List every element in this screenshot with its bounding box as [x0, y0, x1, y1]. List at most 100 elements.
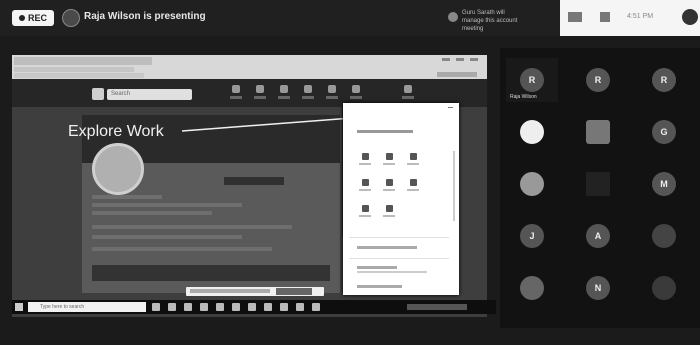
panel-divider [349, 237, 449, 238]
profile-action-button[interactable] [224, 177, 284, 185]
app-item[interactable] [357, 179, 373, 197]
participant-tile[interactable]: A [572, 214, 624, 258]
panel-link[interactable] [357, 266, 397, 269]
share-bar-text [190, 289, 270, 293]
nav-home-icon[interactable] [230, 85, 242, 99]
taskbar-app-icon[interactable] [200, 303, 208, 311]
presenter-avatar-icon [62, 9, 80, 27]
panel-divider [349, 258, 449, 259]
profile-line [92, 247, 272, 251]
participant-tile[interactable]: R [572, 58, 624, 102]
panel-link-subtext [357, 271, 427, 273]
taskbar-app-icon[interactable] [184, 303, 192, 311]
participant-photo [586, 120, 610, 144]
profile-line [92, 211, 212, 215]
participant-tile[interactable] [506, 266, 558, 310]
panel-close-icon[interactable] [448, 107, 453, 113]
nav-network-icon[interactable] [254, 85, 266, 99]
taskbar-app-icon[interactable] [216, 303, 224, 311]
taskbar-search[interactable]: Type here to search [28, 302, 146, 312]
participant-tile[interactable] [638, 266, 690, 310]
recording-indicator[interactable]: REC [12, 10, 54, 26]
participant-avatar: M [652, 172, 676, 196]
site-logo-icon[interactable] [92, 88, 104, 100]
meeting-top-bar: REC Raja Wilson is presenting Guru Sarat… [0, 0, 560, 36]
taskbar-app-icon[interactable] [264, 303, 272, 311]
account-avatar[interactable] [682, 9, 698, 25]
participant-photo [586, 172, 610, 196]
os-taskbar: Type here to search [12, 300, 496, 314]
panel-link[interactable] [357, 285, 402, 288]
app-item[interactable] [381, 179, 397, 197]
participant-photo [520, 276, 544, 300]
participant-tile[interactable] [506, 162, 558, 206]
nav-messaging-icon[interactable] [302, 85, 314, 99]
panel-scrollbar[interactable] [453, 151, 455, 221]
participant-avatar: R [652, 68, 676, 92]
participant-tile[interactable]: G [638, 110, 690, 154]
nav-me-icon[interactable] [350, 85, 362, 99]
participant-avatar: J [520, 224, 544, 248]
participant-photo [652, 276, 676, 300]
participant-tile[interactable] [506, 110, 558, 154]
address-bar[interactable] [14, 73, 144, 78]
browser-toolbar [14, 67, 134, 72]
taskbar-app-icon[interactable] [296, 303, 304, 311]
participant-tile[interactable] [572, 110, 624, 154]
panel-link[interactable] [357, 246, 417, 249]
taskbar-app-icon[interactable] [280, 303, 288, 311]
screen-share-bar [186, 287, 324, 296]
browser-tab[interactable] [14, 57, 152, 65]
participant-tile[interactable]: R [638, 58, 690, 102]
participant-gallery: R Raja Wilson R R G M J A N [500, 48, 700, 328]
taskbar-app-icon[interactable] [168, 303, 176, 311]
browser-actions[interactable] [437, 72, 477, 77]
presenting-status-text: Raja Wilson is presenting [84, 11, 206, 22]
participant-avatar [520, 172, 544, 196]
close-icon[interactable] [470, 58, 478, 61]
participant-tile[interactable] [638, 214, 690, 258]
system-tray[interactable] [407, 304, 467, 310]
profile-line [92, 195, 162, 199]
taskbar-app-icon[interactable] [248, 303, 256, 311]
participant-tile[interactable] [572, 162, 624, 206]
profile-line [92, 203, 242, 207]
app-item[interactable] [381, 205, 397, 223]
app-item[interactable] [357, 153, 373, 171]
participant-avatar: R [586, 68, 610, 92]
app-item[interactable] [405, 153, 421, 171]
annotation-arrow-icon [181, 117, 353, 132]
nav-jobs-icon[interactable] [278, 85, 290, 99]
app-item[interactable] [405, 179, 421, 197]
browser-chrome [12, 55, 487, 79]
layout-icon[interactable] [568, 12, 582, 22]
record-dot-icon [18, 15, 25, 21]
taskbar-app-icon[interactable] [232, 303, 240, 311]
minimize-icon[interactable] [442, 58, 450, 61]
participant-tile[interactable]: N [572, 266, 624, 310]
start-icon[interactable] [15, 303, 23, 311]
app-item[interactable] [357, 205, 373, 223]
maximize-icon[interactable] [456, 58, 464, 61]
stop-sharing-button[interactable] [276, 288, 312, 295]
profile-section-bar [92, 265, 330, 281]
profile-line [92, 225, 292, 229]
nav-work-icon[interactable] [402, 85, 414, 99]
participant-tile[interactable]: J [506, 214, 558, 258]
site-search-input[interactable]: Search [107, 89, 192, 100]
participant-photo [652, 224, 676, 248]
explore-work-annotation: Explore Work [68, 123, 164, 140]
participant-tile[interactable]: R Raja Wilson [506, 58, 558, 102]
profile-line [92, 235, 242, 239]
view-grid-icon[interactable] [600, 12, 610, 22]
profile-avatar [92, 143, 144, 195]
taskbar-app-icon[interactable] [152, 303, 160, 311]
taskbar-app-icon[interactable] [312, 303, 320, 311]
nav-notifications-icon[interactable] [326, 85, 338, 99]
participant-tile[interactable]: M [638, 162, 690, 206]
recording-label: REC [27, 13, 47, 23]
participant-name: Raja Wilson [510, 94, 537, 100]
host-avatar-icon [448, 12, 458, 22]
host-notice-text: Guru Sarath will manage this account mee… [462, 10, 518, 32]
app-item[interactable] [381, 153, 397, 171]
